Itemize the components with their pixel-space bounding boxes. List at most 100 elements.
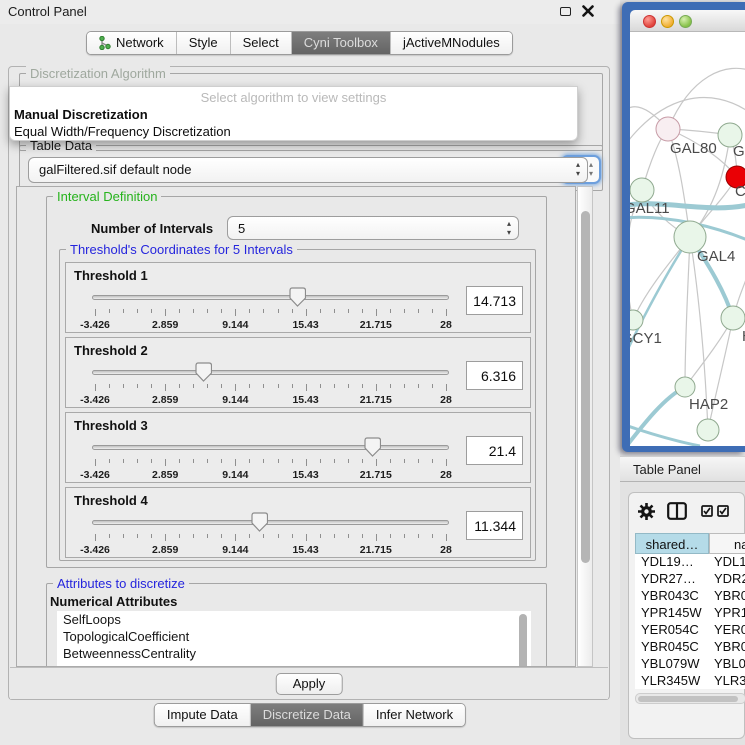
threshold-label: Threshold 2 [74, 343, 148, 358]
table-data-combobox[interactable]: galFiltered.sif default node ▴▾ [28, 157, 588, 183]
table-row[interactable]: YBR045CYBR045C [635, 639, 745, 656]
slider-track[interactable] [92, 295, 449, 300]
slider-track[interactable] [92, 520, 449, 525]
threshold-value-field[interactable]: 14.713 [466, 286, 523, 315]
tick-mark [432, 384, 433, 388]
close-icon[interactable] [582, 5, 594, 17]
tab-infer-network[interactable]: Infer Network [363, 704, 465, 726]
table-cell[interactable]: YPR145W [635, 605, 709, 622]
table-cell[interactable]: YLR345W [635, 673, 709, 689]
table-data-group: Table Data galFiltered.sif default node … [19, 145, 603, 191]
threshold-label: Threshold 1 [74, 268, 148, 283]
zoom-traffic-light-icon[interactable] [679, 15, 692, 28]
network-node[interactable] [656, 117, 680, 141]
list-item[interactable]: SelfLoops [57, 611, 531, 628]
tab-network[interactable]: Network [87, 32, 176, 54]
table-horizontal-scrollbar[interactable] [635, 693, 745, 704]
list-scrollbar[interactable] [519, 614, 527, 667]
threshold-value-field[interactable]: 6.316 [466, 361, 523, 390]
tab-cyni-toolbox[interactable]: Cyni Toolbox [291, 32, 390, 54]
network-node[interactable] [630, 310, 643, 330]
table-cell[interactable]: YBR043C [635, 588, 709, 605]
tick-mark [137, 534, 138, 538]
columns-icon[interactable] [667, 502, 687, 520]
threshold-value-field[interactable]: 21.4 [466, 436, 523, 465]
vertical-scrollbar[interactable] [577, 186, 593, 667]
slider-track[interactable] [92, 370, 449, 375]
tick-mark [193, 459, 194, 463]
scrollbar-thumb[interactable] [581, 211, 590, 563]
network-node[interactable] [675, 377, 695, 397]
table-cell[interactable]: YER054C [709, 622, 745, 639]
float-window-icon[interactable] [560, 7, 571, 16]
tick-label: -3.426 [65, 544, 125, 556]
checkbox-icon[interactable] [717, 505, 729, 517]
table-row[interactable]: YER054CYER054C [635, 622, 745, 639]
table-row[interactable]: YBL079WYBL079W [635, 656, 745, 673]
network-node[interactable] [630, 178, 654, 202]
tick-mark [123, 384, 124, 388]
dropdown-option[interactable]: Manual Discretization [10, 106, 577, 123]
tick-mark [221, 534, 222, 538]
checkbox-icon[interactable] [701, 505, 713, 517]
tick-mark [235, 384, 236, 391]
table-cell[interactable]: YBL079W [635, 656, 709, 673]
tick-mark [404, 384, 405, 388]
table-cell[interactable]: YBR045C [635, 639, 709, 656]
list-item[interactable]: BetweennessCentrality [57, 645, 531, 662]
column-header[interactable]: shared… [635, 533, 709, 554]
number-of-intervals-combobox[interactable]: 5 ▴▾ [227, 216, 519, 240]
tick-label: 28 [416, 544, 476, 556]
table-cell[interactable]: YDL19 [709, 554, 745, 571]
tick-mark [95, 384, 96, 391]
table-row[interactable]: YLR345WYLR345W [635, 673, 745, 689]
table-cell[interactable]: YDL19… [635, 554, 709, 571]
tick-mark [390, 309, 391, 313]
tab-jactivemnodules[interactable]: jActiveMNodules [390, 32, 512, 54]
list-item[interactable]: TopologicalCoefficient [57, 628, 531, 645]
network-window: GAL80G.CGAL11GAL4GCY1HHAP2 [622, 2, 745, 452]
dropdown-option[interactable]: Equal Width/Frequency Discretization [10, 123, 577, 140]
slider-handle[interactable] [251, 512, 268, 532]
tab-impute-data[interactable]: Impute Data [155, 704, 250, 726]
table-cell[interactable]: YDR27… [635, 571, 709, 588]
threshold-value-field[interactable]: 11.344 [466, 511, 523, 540]
apply-row: Apply [10, 667, 608, 699]
network-canvas[interactable]: GAL80G.CGAL11GAL4GCY1HHAP2 [630, 32, 745, 446]
tab-label: Select [243, 35, 279, 50]
minimize-traffic-light-icon[interactable] [661, 15, 674, 28]
scrollbar-thumb[interactable] [638, 696, 738, 702]
slider-handle[interactable] [195, 362, 212, 382]
tick-mark [207, 309, 208, 313]
table-row[interactable]: YDL19…YDL19 [635, 554, 745, 571]
gear-icon[interactable] [637, 502, 656, 521]
slider-track[interactable] [92, 445, 449, 450]
combobox-value: galFiltered.sif default node [39, 162, 191, 177]
slider-handle[interactable] [289, 287, 306, 307]
table-cell[interactable]: YBR045C [709, 639, 745, 656]
tab-label: jActiveMNodules [403, 35, 500, 50]
table-cell[interactable]: YBL079W [709, 656, 745, 673]
tab-discretize-data[interactable]: Discretize Data [250, 704, 363, 726]
tick-mark [109, 459, 110, 463]
table-row[interactable]: YPR145WYPR145W [635, 605, 745, 622]
table-row[interactable]: YDR27…YDR27 [635, 571, 745, 588]
network-node[interactable] [697, 419, 719, 441]
tab-select[interactable]: Select [230, 32, 291, 54]
tab-style[interactable]: Style [176, 32, 230, 54]
tick-mark [334, 309, 335, 313]
close-traffic-light-icon[interactable] [643, 15, 656, 28]
table-cell[interactable]: YER054C [635, 622, 709, 639]
slider-handle[interactable] [364, 437, 381, 457]
table-cell[interactable]: YPR145W [709, 605, 745, 622]
table-cell[interactable]: YBR043C [709, 588, 745, 605]
table-row[interactable]: YBR043CYBR043C [635, 588, 745, 605]
tick-label: 9.144 [205, 319, 265, 331]
table-cell[interactable]: YLR345W [709, 673, 745, 689]
tick-mark [179, 384, 180, 388]
apply-button[interactable]: Apply [276, 673, 343, 695]
dropdown-placeholder-option[interactable]: Select algorithm to view settings [10, 87, 577, 106]
column-header[interactable]: name [709, 533, 745, 554]
table-cell[interactable]: YDR27 [709, 571, 745, 588]
network-node[interactable] [721, 306, 745, 330]
